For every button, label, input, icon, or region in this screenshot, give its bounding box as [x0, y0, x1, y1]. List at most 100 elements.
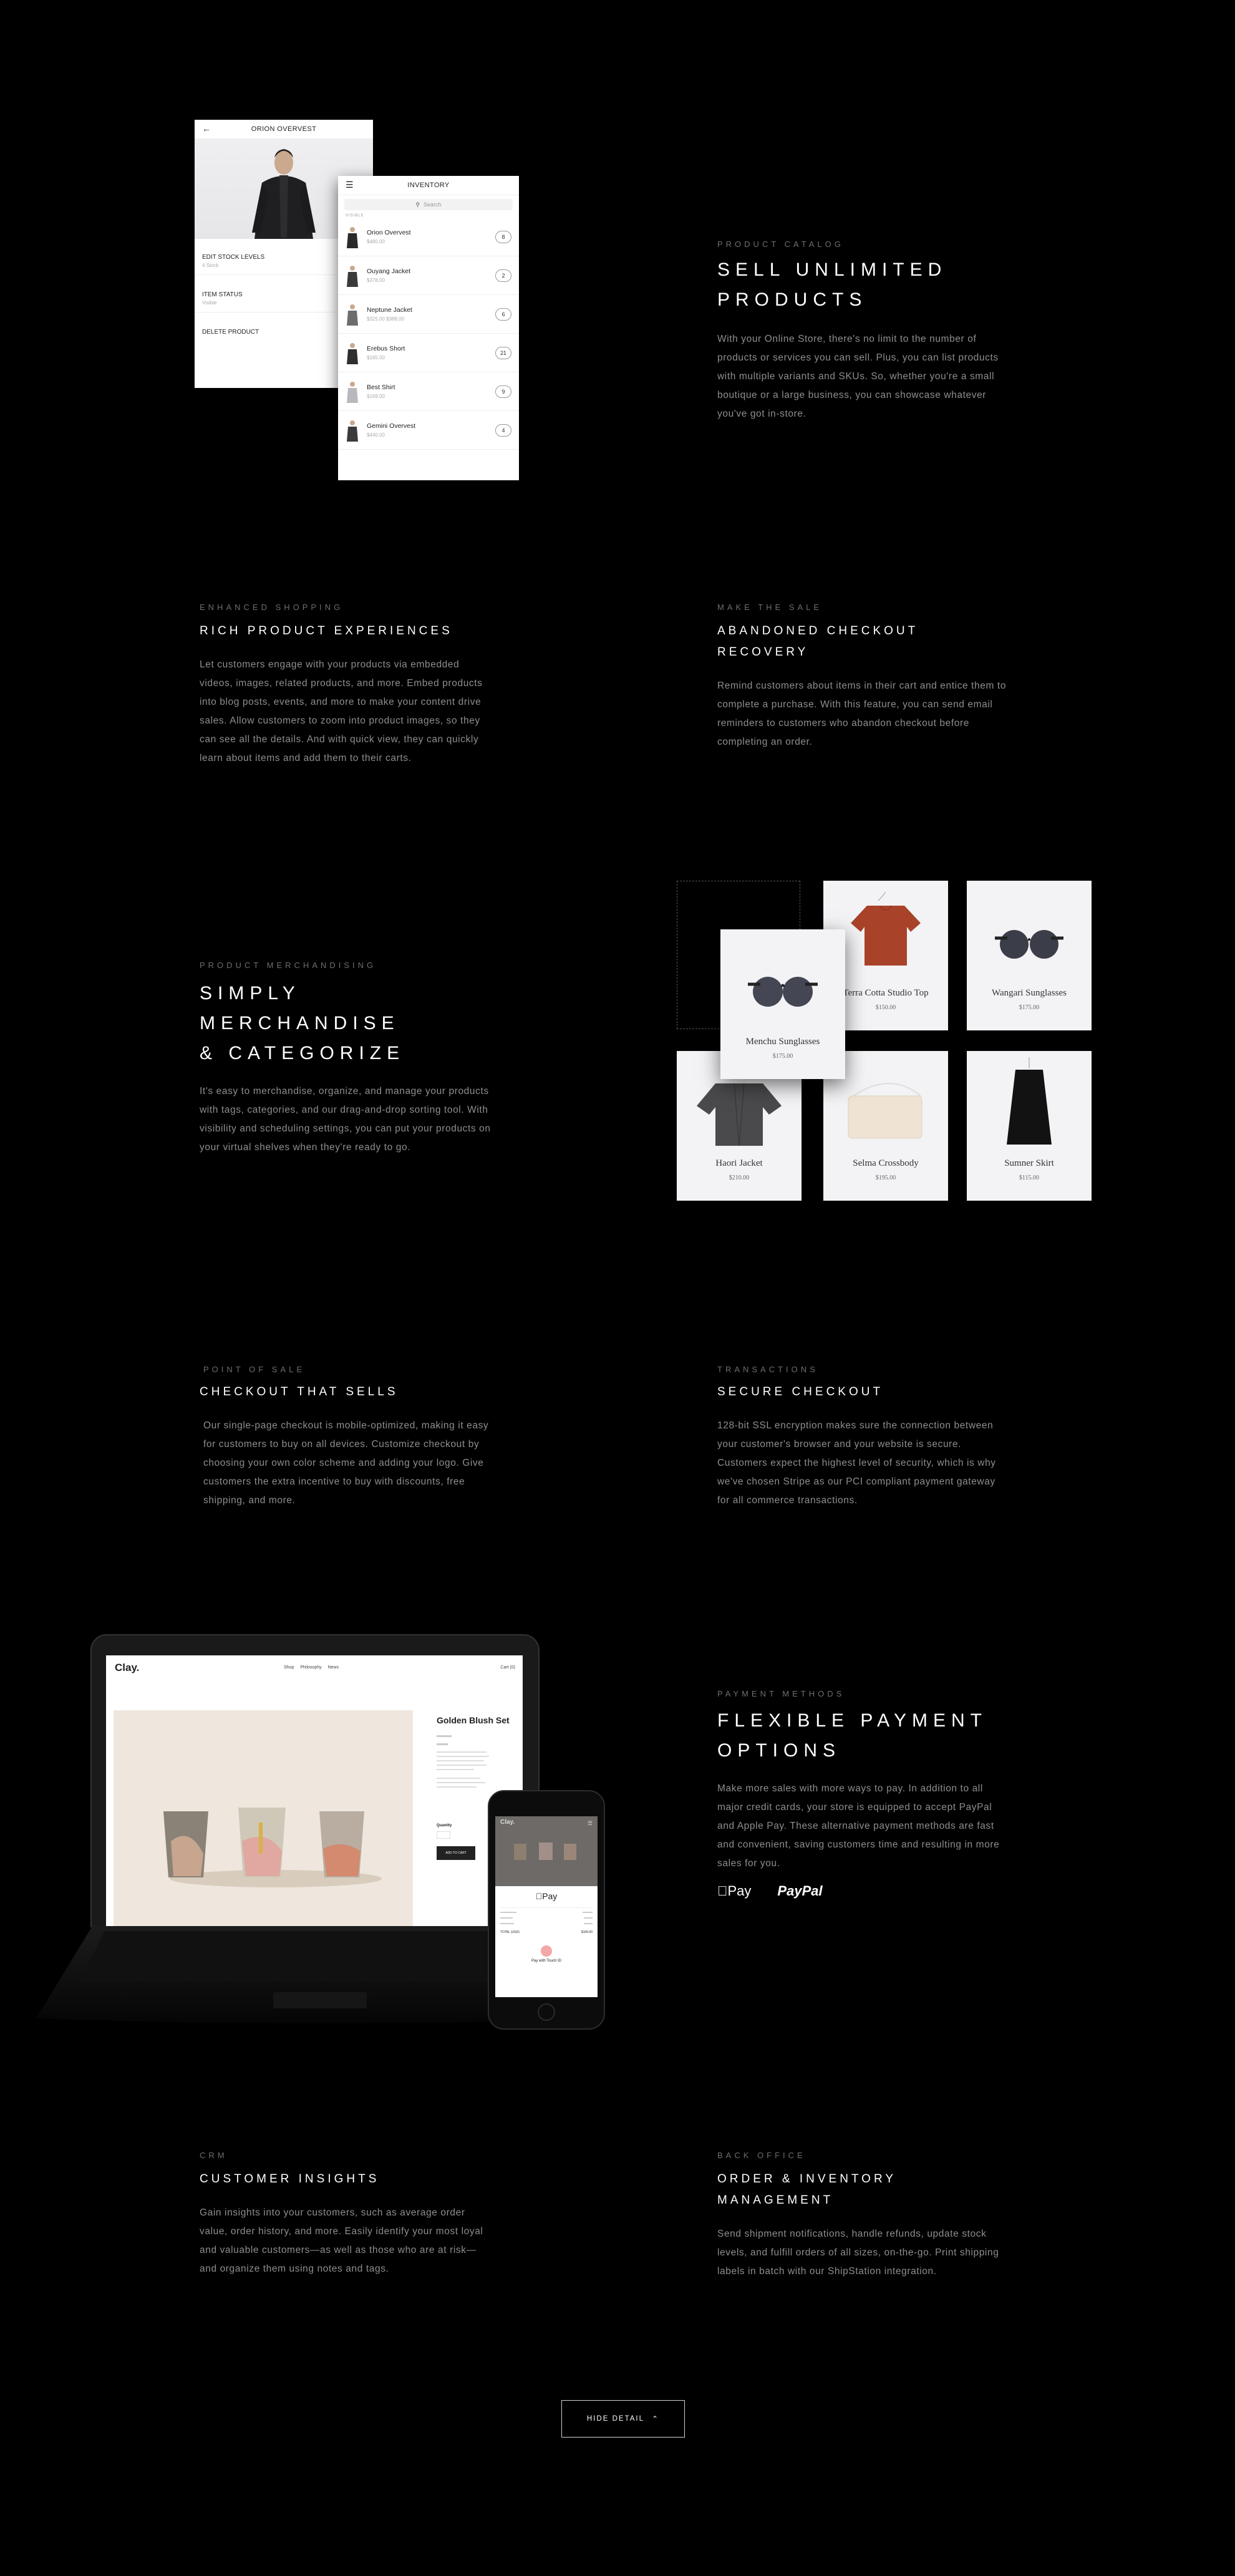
- section-body: With your Online Store, there's no limit…: [717, 334, 999, 419]
- tile-name: Menchu Sunglasses: [745, 1037, 820, 1047]
- nav-shop[interactable]: Shop: [284, 1665, 294, 1670]
- item-name: Ouyang Jacket: [367, 268, 411, 275]
- item-name: Orion Overvest: [367, 229, 411, 236]
- item-name: Best Shirt: [367, 384, 395, 391]
- chevron-up-icon: ⌃: [652, 2414, 660, 2423]
- add-to-cart-button[interactable]: ADD TO CART: [437, 1846, 475, 1860]
- item-name: Neptune Jacket: [367, 306, 412, 314]
- item-price: $325.00 $388.00: [367, 316, 405, 322]
- inventory-item[interactable]: Orion Overvest $480.00 8: [338, 218, 519, 256]
- stock-count-badge: 8: [495, 230, 511, 243]
- stock-count-badge: 2: [495, 269, 511, 282]
- item-price: $378.00: [367, 278, 385, 283]
- site-logo[interactable]: Clay.: [115, 1662, 139, 1674]
- eyebrow: ENHANCED SHOPPING: [200, 603, 344, 612]
- section-title: FLEXIBLE PAYMENT OPTIONS: [717, 1706, 1010, 1766]
- item-name: Gemini Overvest: [367, 422, 416, 430]
- total-label: TOTAL (USD): [500, 1930, 520, 1934]
- section-body: It's easy to merchandise, organize, and …: [200, 1086, 491, 1153]
- site-nav: Shop Philosophy News: [284, 1665, 339, 1670]
- back-arrow-icon[interactable]: ←: [202, 123, 211, 133]
- section-body: Our single-page checkout is mobile-optim…: [203, 1420, 489, 1506]
- stock-count-badge: 4: [495, 424, 511, 437]
- cups-image: [163, 1808, 382, 1887]
- tile-name: Haori Jacket: [715, 1158, 763, 1168]
- backoffice-section: BACK OFFICE ORDER & INVENTORY MANAGEMENT…: [717, 2151, 1010, 2291]
- item-price: $440.00: [367, 432, 385, 438]
- catalog-section: PRODUCT CATALOG SELL UNLIMITED PRODUCTS …: [717, 240, 1010, 433]
- inventory-item[interactable]: Gemini Overvest $440.00 4: [338, 411, 519, 450]
- search-icon: ⚲: [415, 201, 420, 208]
- touch-id-label: Pay with Touch ID: [531, 1959, 561, 1963]
- eyebrow: PRODUCT MERCHANDISING: [200, 961, 377, 970]
- title-line-2: MANAGEMENT: [717, 2194, 834, 2207]
- pay-label: Pay: [538, 1891, 557, 1901]
- title-line-2: & CATEGORIZE: [200, 1043, 405, 1063]
- search-bar[interactable]: ⚲ Search: [344, 199, 513, 210]
- apple-pay-text: Pay: [717, 1882, 752, 1899]
- eyebrow: POINT OF SALE: [203, 1365, 306, 1374]
- eyebrow: PRODUCT CATALOG: [717, 240, 844, 249]
- search-placeholder: Search: [424, 201, 442, 208]
- inventory-item[interactable]: Erebus Short $165.00 21: [338, 334, 519, 372]
- item-price: $165.00: [367, 355, 385, 361]
- paypal-logo: PayPal: [767, 1882, 822, 1899]
- apple-icon: : [536, 1891, 543, 1901]
- inventory-title: INVENTORY: [407, 182, 450, 189]
- quantity-label: Quantity: [437, 1824, 452, 1828]
- hide-detail-button[interactable]: HIDE DETAIL ⌃: [561, 2400, 685, 2438]
- title-line-1: ORDER & INVENTORY: [717, 2172, 897, 2186]
- secure-section: TRANSACTIONS SECURE CHECKOUT 128-bit SSL…: [717, 1365, 1010, 1520]
- crm-section: CRM CUSTOMER INSIGHTS Gain insights into…: [200, 2151, 493, 2288]
- product-tile-menchu-dragging[interactable]: Menchu Sunglasses $175.00: [720, 929, 845, 1079]
- tile-price: $115.00: [1019, 1174, 1040, 1181]
- title-line-1: FLEXIBLE PAYMENT: [717, 1710, 987, 1731]
- payment-section: PAYMENT METHODS FLEXIBLE PAYMENT OPTIONS…: [717, 1689, 1010, 1899]
- section-body: Remind customers about items in their ca…: [717, 680, 1007, 747]
- apple-pay-logo: Pay: [717, 1883, 751, 1899]
- phone-home-button[interactable]: [538, 2003, 555, 2021]
- tile-price: $195.00: [875, 1174, 896, 1181]
- tile-price: $175.00: [1019, 1004, 1040, 1011]
- inventory-topbar: ☰ INVENTORY: [338, 176, 519, 195]
- inventory-item[interactable]: Ouyang Jacket $378.00 2: [338, 256, 519, 295]
- section-title: CUSTOMER INSIGHTS: [200, 2172, 380, 2186]
- menu-icon[interactable]: ☰: [346, 180, 354, 190]
- inventory-item[interactable]: Best Shirt $169.00 9: [338, 372, 519, 411]
- payment-logos: Pay PayPal: [717, 1883, 1010, 1899]
- inventory-item[interactable]: Neptune Jacket $325.00 $388.00 6: [338, 295, 519, 334]
- touch-id-icon[interactable]: [541, 1945, 552, 1957]
- inventory-screen: ☰ INVENTORY ⚲ Search VISIBLE Orion Overv…: [338, 176, 519, 480]
- item-thumbnail: [346, 341, 359, 366]
- product-tile-sumner[interactable]: Sumner Skirt $115.00: [967, 1051, 1092, 1201]
- product-tile-wangari[interactable]: Wangari Sunglasses $175.00: [967, 881, 1092, 1030]
- nav-news[interactable]: News: [328, 1665, 339, 1670]
- item-price: $480.00: [367, 239, 385, 245]
- eyebrow: TRANSACTIONS: [717, 1365, 818, 1374]
- title-line-1: ABANDONED CHECKOUT: [717, 624, 919, 637]
- product-description: [437, 1735, 493, 1788]
- tile-price: $175.00: [772, 1053, 793, 1060]
- apple-icon: : [717, 1883, 728, 1899]
- section-body: 128-bit SSL encryption makes sure the co…: [717, 1420, 996, 1506]
- title-line-2: OPTIONS: [717, 1740, 841, 1761]
- tile-price: $210.00: [729, 1174, 750, 1181]
- section-title: ORDER & INVENTORY MANAGEMENT: [717, 2169, 1010, 2211]
- nav-philosophy[interactable]: Philosophy: [300, 1665, 321, 1670]
- phone-page-dim: Clay. ☰: [495, 1816, 598, 1886]
- section-title: ABANDONED CHECKOUT RECOVERY: [717, 621, 1010, 663]
- item-price: $169.00: [367, 394, 385, 399]
- section-body: Gain insights into your customers, such …: [200, 2207, 483, 2274]
- inventory-list: Orion Overvest $480.00 8 Ouyang Jacket $378.…: [338, 218, 519, 450]
- title-line-1: SIMPLY MERCHANDISE: [200, 983, 400, 1034]
- section-title: SECURE CHECKOUT: [717, 1385, 884, 1398]
- cart-link[interactable]: Cart (0): [500, 1665, 515, 1670]
- item-thumbnail: [346, 418, 359, 443]
- item-thumbnail: [346, 379, 359, 404]
- item-thumbnail: [346, 263, 359, 288]
- detail-title: ORION OVERVEST: [251, 125, 317, 133]
- abandoned-section: MAKE THE SALE ABANDONED CHECKOUT RECOVER…: [717, 603, 1010, 762]
- product-image: [114, 1710, 413, 1927]
- quantity-stepper[interactable]: [437, 1831, 450, 1839]
- product-title: Golden Blush Set: [437, 1715, 510, 1725]
